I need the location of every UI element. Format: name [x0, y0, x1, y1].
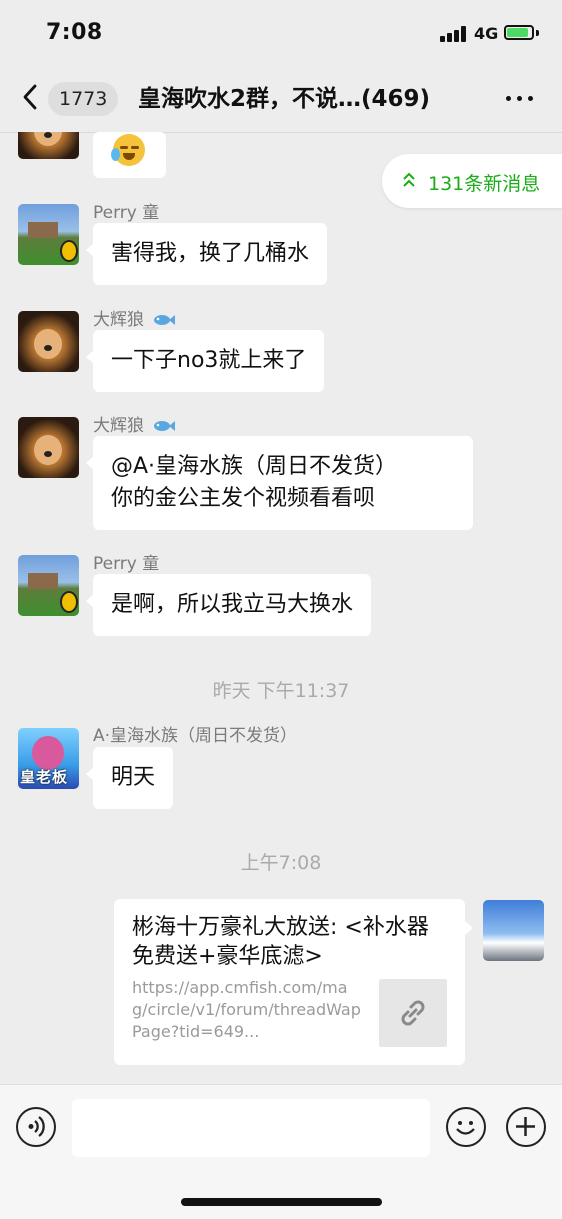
avatar[interactable]	[18, 311, 79, 372]
avatar[interactable]	[18, 204, 79, 265]
fish-icon	[154, 315, 176, 325]
battery-icon	[504, 25, 534, 40]
link-card-title: 彬海十万豪礼大放送: <补水器免费送+豪华底滤>	[132, 915, 429, 969]
sender-name: Perry 童	[93, 554, 160, 574]
plus-icon[interactable]	[506, 1107, 546, 1147]
sender-name: A·皇海水族（周日不发货）	[93, 726, 298, 746]
chat-title: 皇海吹水2群，不说…(469)	[138, 86, 431, 112]
crying-laughing-emoji-icon	[111, 134, 145, 166]
timestamp: 昨天 下午11:37	[212, 680, 350, 702]
home-indicator[interactable]	[181, 1198, 382, 1206]
link-card-message[interactable]: 彬海十万豪礼大放送: <补水器免费送+豪华底滤> https://app.cmf…	[114, 899, 473, 1065]
unread-count-badge[interactable]: 1773	[48, 82, 119, 116]
status-bar: 7:08 4G	[0, 0, 562, 68]
link-thumbnail	[379, 979, 447, 1047]
link-card-url: https://app.cmfish.com/mag/circle/v1/for…	[132, 978, 361, 1041]
sender-name-text: 大辉狼	[93, 416, 144, 436]
status-time: 7:08	[46, 20, 103, 45]
double-chevron-up-icon	[403, 172, 415, 187]
message-bubble[interactable]: 是啊，所以我立马大换水	[85, 574, 372, 636]
message-line: 你的金公主发个视频看看呗	[111, 486, 376, 511]
network-type: 4G	[474, 24, 499, 43]
message-input[interactable]	[72, 1099, 430, 1157]
sender-name: 大辉狼	[93, 411, 176, 436]
message-bubble[interactable]: 明天	[85, 747, 174, 809]
signal-icon	[440, 26, 468, 42]
message-bubble[interactable]: @A·皇海水族（周日不发货） 你的金公主发个视频看看呗	[86, 436, 473, 530]
message-line: @A·皇海水族（周日不发货）	[111, 454, 398, 479]
avatar[interactable]: 皇老板	[18, 728, 79, 789]
battery-cap	[536, 30, 539, 36]
sender-name: Perry 童	[93, 203, 160, 223]
new-messages-label: 131条新消息	[428, 173, 541, 195]
message-bubble[interactable]: 一下子no3就上来了	[85, 330, 325, 392]
timestamp: 上午7:08	[240, 852, 322, 874]
back-chevron-icon[interactable]	[22, 84, 38, 110]
sender-name-text: 大辉狼	[93, 310, 144, 330]
new-messages-button[interactable]: 131条新消息	[382, 154, 562, 208]
chat-header: 1773 皇海吹水2群，不说…(469)	[0, 68, 562, 133]
fish-icon	[154, 421, 176, 431]
link-icon	[401, 1000, 425, 1026]
avatar[interactable]	[18, 555, 79, 616]
more-icon[interactable]	[504, 96, 536, 104]
my-avatar[interactable]	[483, 900, 544, 961]
avatar-text: 皇老板	[20, 768, 69, 786]
voice-icon[interactable]	[16, 1107, 56, 1147]
emoji-icon[interactable]	[446, 1107, 486, 1147]
message-bubble[interactable]: 害得我，换了几桶水	[85, 223, 328, 285]
sender-name: 大辉狼	[93, 305, 176, 330]
avatar[interactable]	[18, 417, 79, 478]
